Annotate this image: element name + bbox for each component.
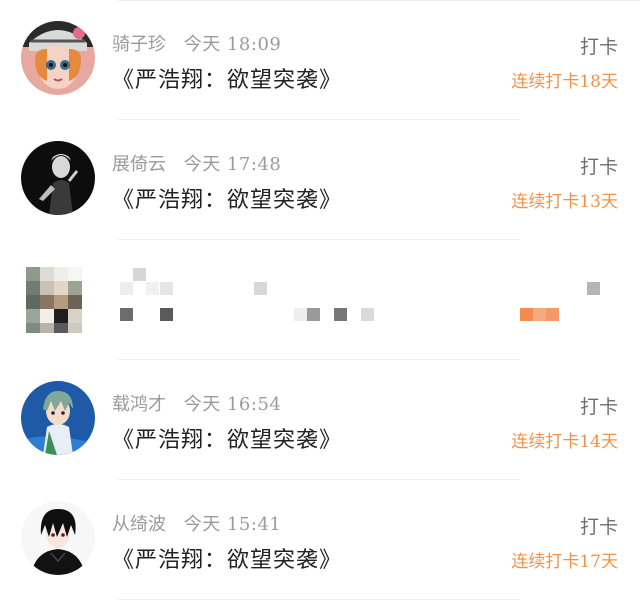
pixelated-mosaic [0,240,640,360]
anime-boy-blue-avatar[interactable] [21,381,95,455]
list-item[interactable]: 展倚云 今天 17:48 《严浩翔：欲望突袭》 打卡 连续打卡13天 [0,120,640,240]
checkin-label: 打卡 [579,156,618,178]
row-divider [118,599,520,600]
dark-portrait-avatar[interactable] [21,141,95,215]
user-name[interactable]: 展倚云 [112,154,166,175]
checkin-meta: 展倚云 今天 17:48 [112,150,281,176]
streak-badge: 连续打卡17天 [511,552,618,572]
checkin-time: 今天 17:48 [183,154,282,175]
checkin-meta: 载鸿才 今天 16:54 [112,390,281,416]
checkin-time: 今天 18:09 [183,34,282,55]
book-title[interactable]: 《严浩翔：欲望突袭》 [112,62,342,94]
checkin-label: 打卡 [579,516,618,538]
checkin-label: 打卡 [579,36,618,58]
checkin-meta: 骑子珍 今天 18:09 [112,30,281,56]
streak-badge: 连续打卡18天 [511,72,618,92]
checkin-time: 今天 16:54 [183,394,282,415]
book-title[interactable]: 《严浩翔：欲望突袭》 [112,182,342,214]
user-name[interactable]: 从绮波 [112,514,166,535]
streak-badge: 连续打卡13天 [511,192,618,212]
redacted-list-item [0,240,640,360]
checkin-label: 打卡 [579,396,618,418]
checkin-time: 今天 15:41 [183,514,282,535]
book-title[interactable]: 《严浩翔：欲望突袭》 [112,422,342,454]
list-item[interactable]: 骑子珍 今天 18:09 《严浩翔：欲望突袭》 打卡 连续打卡18天 [0,0,640,120]
doll-girl-avatar[interactable] [21,21,95,95]
book-title[interactable]: 《严浩翔：欲望突袭》 [112,542,342,574]
list-item[interactable]: 载鸿才 今天 16:54 《严浩翔：欲望突袭》 打卡 连续打卡14天 [0,360,640,480]
user-name[interactable]: 骑子珍 [112,34,166,55]
streak-badge: 连续打卡14天 [511,432,618,452]
list-item[interactable]: 从绮波 今天 15:41 《严浩翔：欲望突袭》 打卡 连续打卡17天 [0,480,640,600]
user-name[interactable]: 载鸿才 [112,394,166,415]
anime-boy-black-hair-avatar[interactable] [21,501,95,575]
checkin-meta: 从绮波 今天 15:41 [112,510,281,536]
